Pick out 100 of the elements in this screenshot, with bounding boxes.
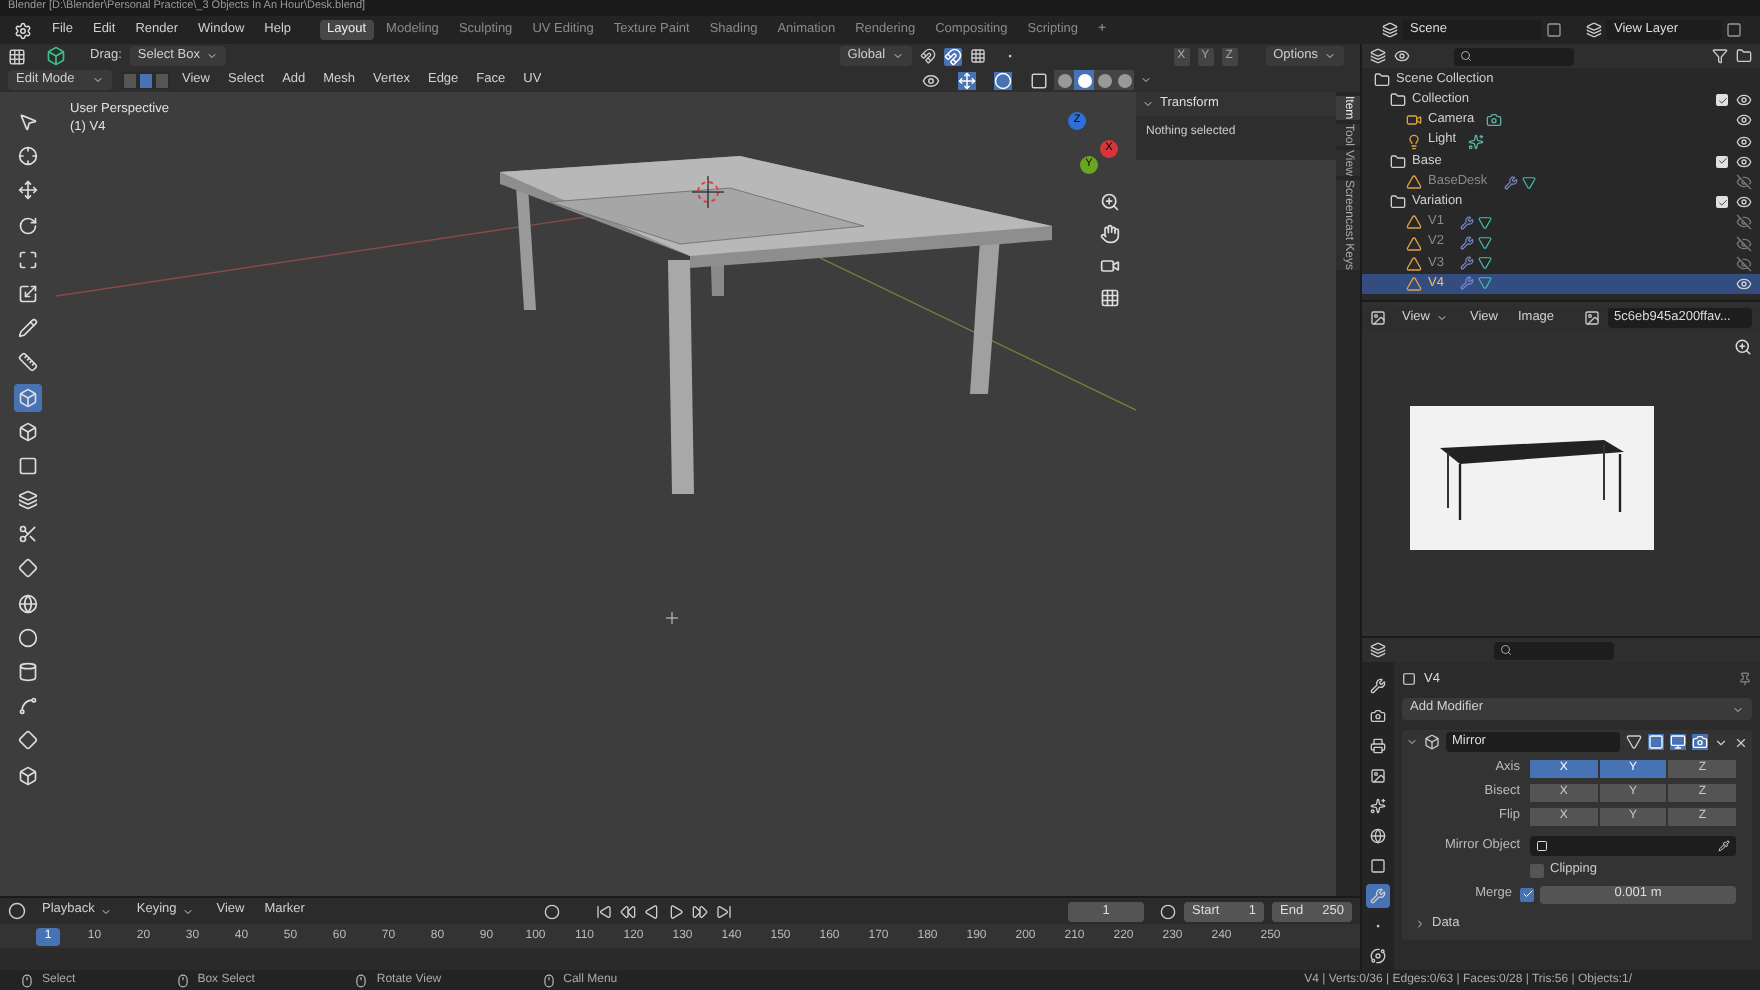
merge-checkbox[interactable] xyxy=(1520,887,1534,901)
layers-icon xyxy=(18,490,38,511)
eye-icon[interactable] xyxy=(1736,112,1752,129)
tool-button[interactable] xyxy=(14,658,42,686)
editor-type-icon[interactable] xyxy=(1370,48,1386,64)
monitor-icon[interactable] xyxy=(1670,734,1686,750)
cube-icon xyxy=(18,421,38,442)
visibility-icon[interactable] xyxy=(922,71,940,89)
xray-icon[interactable] xyxy=(1030,71,1048,89)
tool-button[interactable] xyxy=(14,348,42,377)
search-icon xyxy=(1500,644,1512,656)
grid-icon[interactable] xyxy=(969,48,986,64)
eye-closed-icon[interactable] xyxy=(1736,255,1752,272)
tool-button[interactable] xyxy=(14,486,42,515)
tool-button[interactable] xyxy=(14,142,42,171)
properties-tab[interactable] xyxy=(1366,674,1390,698)
properties-tab[interactable] xyxy=(1366,854,1390,878)
tool-button[interactable] xyxy=(14,176,42,205)
eye-icon[interactable] xyxy=(1736,133,1752,150)
jump-end-icon[interactable] xyxy=(716,903,732,919)
tool-button[interactable] xyxy=(14,554,42,583)
shading-mode-toggle[interactable] xyxy=(1074,70,1094,90)
eye-closed-icon[interactable] xyxy=(1736,214,1752,231)
properties-tab[interactable] xyxy=(1366,794,1390,818)
image-icon[interactable] xyxy=(1584,310,1601,326)
exclude-checkbox[interactable] xyxy=(1716,196,1728,209)
zoom-icon[interactable] xyxy=(1100,192,1120,212)
caret-icon xyxy=(1732,703,1744,715)
select-mode-toggle[interactable] xyxy=(154,71,170,89)
tool-button[interactable] xyxy=(14,726,42,755)
folder-icon xyxy=(1390,92,1406,109)
eye-closed-icon[interactable] xyxy=(1736,235,1752,252)
scene-icon[interactable] xyxy=(1382,22,1398,38)
search-field[interactable] xyxy=(1494,641,1614,659)
mouse-icon xyxy=(354,973,369,987)
rewind-icon[interactable] xyxy=(620,903,636,919)
shading-mode-toggle[interactable] xyxy=(1114,70,1134,90)
fast-forward-icon[interactable] xyxy=(692,903,708,919)
orbit-icon xyxy=(1370,948,1386,964)
editor-type-icon[interactable] xyxy=(8,47,26,65)
tool-button[interactable] xyxy=(14,623,42,652)
tool-button[interactable] xyxy=(14,417,42,446)
new-collection-icon[interactable] xyxy=(1736,48,1752,64)
select-mode-toggle[interactable] xyxy=(138,71,154,89)
grid-icon[interactable] xyxy=(1100,288,1120,308)
rotate-icon xyxy=(18,215,38,236)
wrench-icon xyxy=(1503,175,1518,190)
tool-button[interactable] xyxy=(14,383,42,411)
eye-icon[interactable] xyxy=(1736,275,1752,292)
eye-icon[interactable] xyxy=(1736,194,1752,211)
properties-tab[interactable] xyxy=(1366,944,1390,968)
exclude-checkbox[interactable] xyxy=(1716,94,1728,107)
filter-icon[interactable] xyxy=(1712,48,1728,64)
view-layer-icon[interactable] xyxy=(1586,22,1602,38)
shading-mode-toggle[interactable] xyxy=(1054,70,1074,90)
play-reverse-icon[interactable] xyxy=(644,903,660,919)
shading-mode-toggle[interactable] xyxy=(1094,70,1114,90)
record-icon[interactable] xyxy=(544,903,560,919)
mouse-icon xyxy=(541,973,556,987)
caret-icon xyxy=(92,74,104,86)
exclude-checkbox[interactable] xyxy=(1716,155,1728,168)
magnet-icon[interactable] xyxy=(919,48,936,64)
hand-icon[interactable] xyxy=(1100,224,1120,244)
editor-type-icon[interactable] xyxy=(1370,642,1386,658)
properties-tab[interactable] xyxy=(1366,734,1390,758)
close-icon[interactable] xyxy=(1734,735,1748,749)
select-mode-toggle[interactable] xyxy=(122,71,138,89)
snap-icon[interactable] xyxy=(943,47,962,65)
camera-data-icon xyxy=(1486,112,1503,129)
eye-icon[interactable] xyxy=(1736,92,1752,109)
tool-button[interactable] xyxy=(14,589,42,618)
caret-icon[interactable] xyxy=(1714,735,1728,749)
mouse-icon xyxy=(175,973,190,987)
properties-tab[interactable] xyxy=(1366,764,1390,788)
cube-icon[interactable] xyxy=(46,46,66,66)
display-mode-icon[interactable] xyxy=(1394,48,1410,64)
zoom-icon[interactable] xyxy=(1734,338,1752,356)
editor-type-icon[interactable] xyxy=(1370,310,1386,326)
properties-tab[interactable] xyxy=(1366,824,1390,848)
eye-closed-icon[interactable] xyxy=(1736,174,1752,191)
caret-icon[interactable] xyxy=(1406,736,1418,748)
cube-icon xyxy=(18,387,38,407)
search-field[interactable] xyxy=(1454,47,1574,65)
triangle-icon xyxy=(1521,175,1536,190)
camera-icon[interactable] xyxy=(1692,734,1708,750)
caret-icon[interactable] xyxy=(1414,917,1426,929)
tool-button[interactable] xyxy=(14,314,42,343)
gizmo-icon[interactable] xyxy=(958,71,976,89)
pin-icon[interactable] xyxy=(1738,672,1752,686)
camera-icon[interactable] xyxy=(1100,256,1120,276)
overlay-icon[interactable] xyxy=(994,71,1012,89)
eye-icon[interactable] xyxy=(1736,153,1752,170)
mirror-object-field[interactable] xyxy=(1530,835,1736,855)
properties-tab[interactable] xyxy=(1366,884,1390,908)
jump-start-icon[interactable] xyxy=(596,903,612,919)
properties-tab[interactable] xyxy=(1366,704,1390,728)
sparkles-icon xyxy=(1370,798,1386,814)
play-icon[interactable] xyxy=(668,903,684,919)
clipping-checkbox[interactable] xyxy=(1530,863,1544,877)
tool-button[interactable] xyxy=(14,761,42,790)
